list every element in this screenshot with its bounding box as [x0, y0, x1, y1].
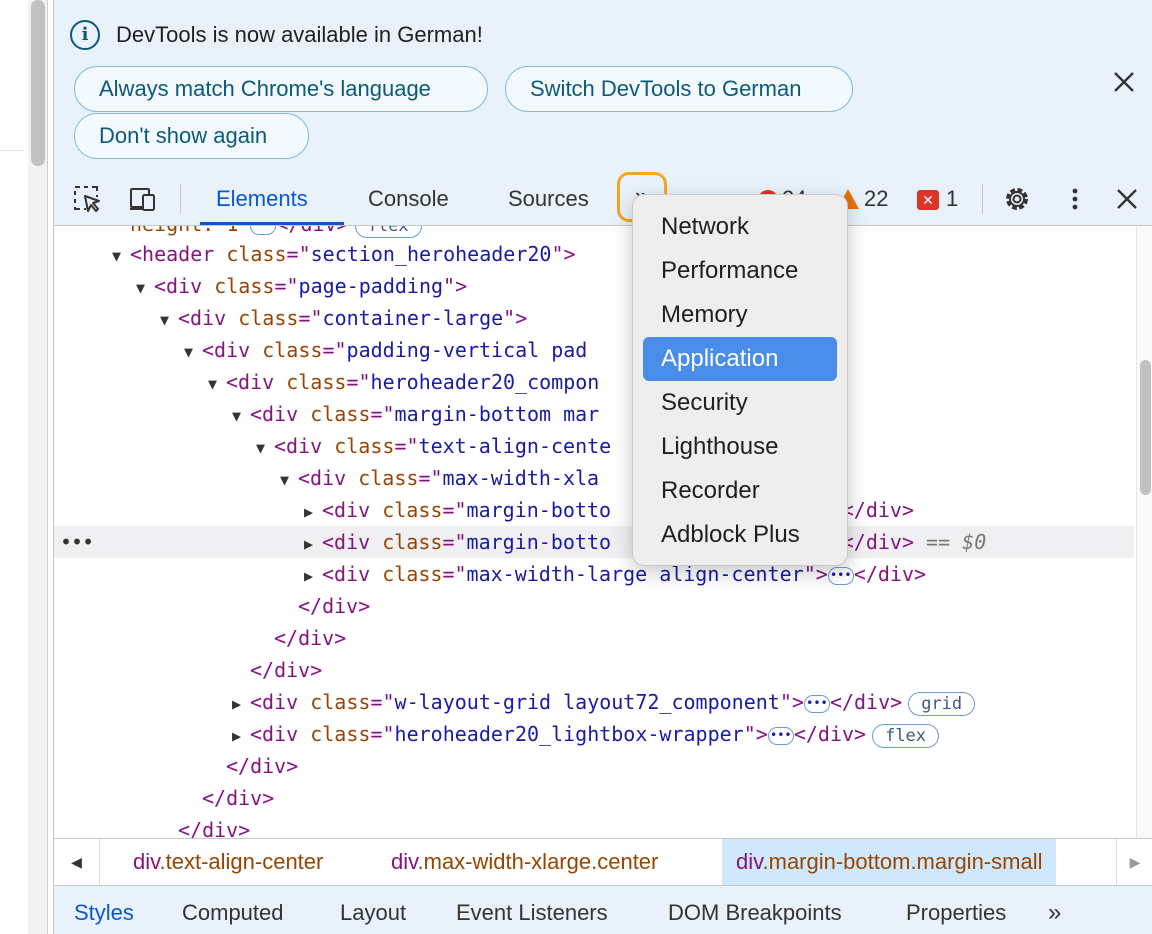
- tab-computed[interactable]: Computed: [182, 898, 284, 928]
- devtools-panel: i DevTools is now available in German! A…: [53, 0, 1152, 934]
- warning-count[interactable]: 22: [864, 184, 888, 214]
- expanded-triangle-icon[interactable]: ▼: [232, 400, 250, 432]
- collapsed-content-icon[interactable]: •••: [827, 566, 854, 585]
- tree-row[interactable]: </div>: [54, 750, 1134, 782]
- breadcrumb-item-selected[interactable]: div.margin-bottom.margin-small: [722, 839, 1057, 885]
- tab-layout[interactable]: Layout: [340, 898, 406, 928]
- menu-item-memory[interactable]: Memory: [643, 293, 837, 337]
- active-tab-indicator: [200, 222, 344, 225]
- tree-row[interactable]: ▼ <div class="page-padding">: [54, 270, 1134, 302]
- toolbar-divider: [180, 184, 181, 214]
- info-icon: i: [70, 20, 100, 50]
- menu-item-performance[interactable]: Performance: [643, 249, 837, 293]
- collapsed-content-icon[interactable]: •••: [767, 726, 794, 745]
- tree-row[interactable]: ▼ <header class="section_heroheader20">: [54, 238, 1134, 270]
- tree-row[interactable]: ▶ <div class="heroheader20_lightbox-wrapp…: [54, 718, 1134, 750]
- breadcrumb-item[interactable]: div.max-width-xlarge.center: [377, 839, 672, 885]
- expanded-triangle-icon[interactable]: ▼: [256, 432, 274, 464]
- expanded-triangle-icon[interactable]: ▼: [184, 336, 202, 368]
- flex-badge[interactable]: flex: [872, 723, 940, 748]
- tree-row[interactable]: ▼ <div class="max-width-xla: [54, 462, 1134, 494]
- tree-row[interactable]: ▶<div class="margin-botto •••</div>: [54, 494, 1134, 526]
- tree-row[interactable]: ▼ <div class="container-large">: [54, 302, 1134, 334]
- menu-item-recorder[interactable]: Recorder: [643, 469, 837, 513]
- tab-event-listeners[interactable]: Event Listeners: [456, 898, 608, 928]
- expanded-triangle-icon[interactable]: ▼: [136, 272, 154, 304]
- expanded-triangle-icon[interactable]: ▼: [160, 304, 178, 336]
- tree-scrollbar-thumb[interactable]: [1140, 360, 1151, 495]
- device-toolbar-icon[interactable]: [128, 184, 158, 214]
- switch-to-german-button[interactable]: Switch DevTools to German: [505, 66, 853, 112]
- kebab-menu-icon[interactable]: [1060, 184, 1090, 214]
- collapsed-triangle-icon[interactable]: ▶: [304, 496, 322, 528]
- collapsed-triangle-icon[interactable]: ▶: [304, 528, 322, 560]
- menu-item-application[interactable]: Application: [643, 337, 837, 381]
- infobar-message: DevTools is now available in German!: [116, 22, 483, 47]
- collapsed-triangle-icon[interactable]: ▶: [232, 688, 250, 720]
- always-match-language-button[interactable]: Always match Chrome's language: [74, 66, 488, 112]
- tree-row[interactable]: ▼ <div class="margin-bottom mar: [54, 398, 1134, 430]
- breadcrumb-item[interactable]: div.text-align-center: [119, 839, 337, 885]
- expanded-triangle-icon[interactable]: ▼: [280, 464, 298, 496]
- settings-gear-icon[interactable]: [1002, 184, 1032, 214]
- expanded-triangle-icon[interactable]: ▼: [112, 240, 130, 272]
- menu-item-security[interactable]: Security: [643, 381, 837, 425]
- more-tabs-menu: Network Performance Memory Application S…: [632, 194, 848, 566]
- close-devtools-icon[interactable]: [1112, 184, 1142, 214]
- tab-dom-breakpoints[interactable]: DOM Breakpoints: [668, 898, 842, 928]
- main-toolbar: Elements Console Sources » 24 22 ✕ 1: [54, 172, 1152, 226]
- tree-row[interactable]: ▼ <div class="text-align-cente: [54, 430, 1134, 462]
- page-content-strip: [0, 0, 28, 934]
- sidebar-tabs: Styles Computed Layout Event Listeners D…: [54, 886, 1152, 934]
- inspect-element-icon[interactable]: [72, 184, 102, 214]
- tab-styles[interactable]: Styles: [74, 898, 134, 928]
- tree-row[interactable]: </div>: [54, 814, 1134, 838]
- toolbar-divider: [982, 184, 983, 214]
- tree-scrollbar[interactable]: [1136, 226, 1152, 838]
- breadcrumb: ◀ div.text-align-center div.max-width-xl…: [54, 838, 1152, 886]
- tree-row-selected[interactable]: ▶<div class="margin-botto •••</div> == $…: [54, 526, 1134, 558]
- collapsed-content-icon[interactable]: •••: [250, 226, 277, 235]
- collapsed-triangle-icon[interactable]: ▶: [232, 720, 250, 752]
- close-icon[interactable]: [1112, 70, 1136, 94]
- elements-tree: height: 1 •••</div>flex ▼<header class="…: [54, 226, 1134, 838]
- selected-node-marker: == $0: [926, 530, 987, 554]
- tab-elements[interactable]: Elements: [216, 184, 308, 214]
- issues-count[interactable]: 1: [946, 184, 958, 214]
- tree-row[interactable]: </div>: [54, 654, 1134, 686]
- page-scrollbar-thumb[interactable]: [31, 0, 45, 166]
- expanded-triangle-icon[interactable]: ▼: [208, 368, 226, 400]
- tree-row[interactable]: </div>: [54, 622, 1134, 654]
- tree-row[interactable]: </div>: [54, 590, 1134, 622]
- tree-row[interactable]: ▼ <div class="padding-vertical pad: [54, 334, 1134, 366]
- issues-icon[interactable]: ✕: [917, 190, 939, 210]
- more-sidebar-tabs-button[interactable]: »: [1048, 898, 1061, 928]
- tree-row[interactable]: ▼ <div class="heroheader20_compon: [54, 366, 1134, 398]
- menu-item-network[interactable]: Network: [643, 205, 837, 249]
- collapsed-triangle-icon[interactable]: ▶: [304, 560, 322, 592]
- grid-badge[interactable]: grid: [908, 691, 976, 716]
- tree-row[interactable]: ▶ <div class="max-width-large align-cente…: [54, 558, 1134, 590]
- menu-item-adblock-plus[interactable]: Adblock Plus: [643, 513, 837, 557]
- tab-console[interactable]: Console: [368, 184, 449, 214]
- flex-badge[interactable]: flex: [354, 226, 422, 238]
- scroll-right-icon[interactable]: ▶: [1116, 839, 1152, 885]
- tree-row[interactable]: </div>: [54, 782, 1134, 814]
- dont-show-again-button[interactable]: Don't show again: [74, 113, 309, 159]
- row-actions-icon[interactable]: •••: [60, 526, 94, 558]
- menu-item-lighthouse[interactable]: Lighthouse: [643, 425, 837, 469]
- scroll-left-icon[interactable]: ◀: [54, 839, 100, 885]
- collapsed-content-icon[interactable]: •••: [803, 694, 830, 713]
- tab-properties[interactable]: Properties: [906, 898, 1006, 928]
- tree-row[interactable]: ▶ <div class="w-layout-grid layout72_comp…: [54, 686, 1134, 718]
- language-infobar: i DevTools is now available in German! A…: [54, 0, 1152, 172]
- tab-sources[interactable]: Sources: [508, 184, 589, 214]
